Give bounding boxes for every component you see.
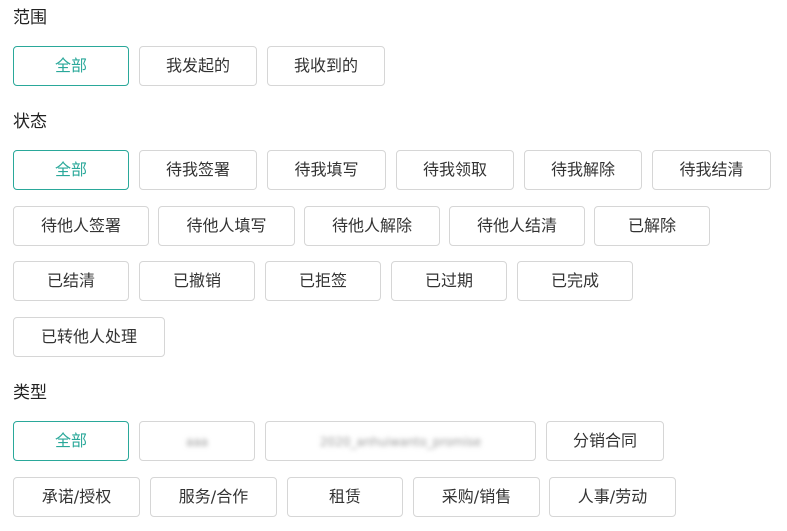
status-option-pending-others-termination[interactable]: 待他人解除 xyxy=(304,206,440,246)
status-option-settled[interactable]: 已结清 xyxy=(13,261,129,301)
type-section-title: 类型 xyxy=(13,383,47,403)
type-option-commitment-authorization[interactable]: 承诺/授权 xyxy=(13,477,140,517)
type-option-distribution-contract[interactable]: 分销合同 xyxy=(546,421,664,461)
scope-option-initiated-by-me[interactable]: 我发起的 xyxy=(139,46,257,86)
scope-section-title: 范围 xyxy=(13,8,47,28)
status-option-pending-my-signature[interactable]: 待我签署 xyxy=(139,150,257,190)
status-option-pending-others-signature[interactable]: 待他人签署 xyxy=(13,206,149,246)
type-option-lease[interactable]: 租赁 xyxy=(287,477,403,517)
type-option-custom-1-label: aaa xyxy=(185,435,209,449)
type-option-hr-labor[interactable]: 人事/劳动 xyxy=(549,477,676,517)
status-option-transferred[interactable]: 已转他人处理 xyxy=(13,317,165,357)
type-option-custom-2-label: 2020_anhuiwanto_promise xyxy=(319,435,482,449)
type-option-custom-1[interactable]: aaa xyxy=(139,421,255,461)
type-option-all[interactable]: 全部 xyxy=(13,421,129,461)
status-option-pending-my-termination[interactable]: 待我解除 xyxy=(524,150,642,190)
status-option-pending-others-fill[interactable]: 待他人填写 xyxy=(158,206,295,246)
status-option-pending-my-fill[interactable]: 待我填写 xyxy=(267,150,386,190)
status-option-all[interactable]: 全部 xyxy=(13,150,129,190)
type-option-custom-2[interactable]: 2020_anhuiwanto_promise xyxy=(265,421,536,461)
type-option-service-cooperation[interactable]: 服务/合作 xyxy=(150,477,277,517)
status-option-expired[interactable]: 已过期 xyxy=(391,261,507,301)
scope-option-all[interactable]: 全部 xyxy=(13,46,129,86)
type-option-procurement-sales[interactable]: 采购/销售 xyxy=(413,477,540,517)
status-option-pending-my-claim[interactable]: 待我领取 xyxy=(396,150,514,190)
status-option-completed[interactable]: 已完成 xyxy=(517,261,633,301)
status-option-revoked[interactable]: 已撤销 xyxy=(139,261,255,301)
scope-option-received-by-me[interactable]: 我收到的 xyxy=(267,46,385,86)
status-option-pending-my-settlement[interactable]: 待我结清 xyxy=(652,150,771,190)
status-option-rejected[interactable]: 已拒签 xyxy=(265,261,381,301)
status-option-pending-others-settlement[interactable]: 待他人结清 xyxy=(449,206,585,246)
status-section-title: 状态 xyxy=(13,112,47,132)
status-option-terminated[interactable]: 已解除 xyxy=(594,206,710,246)
